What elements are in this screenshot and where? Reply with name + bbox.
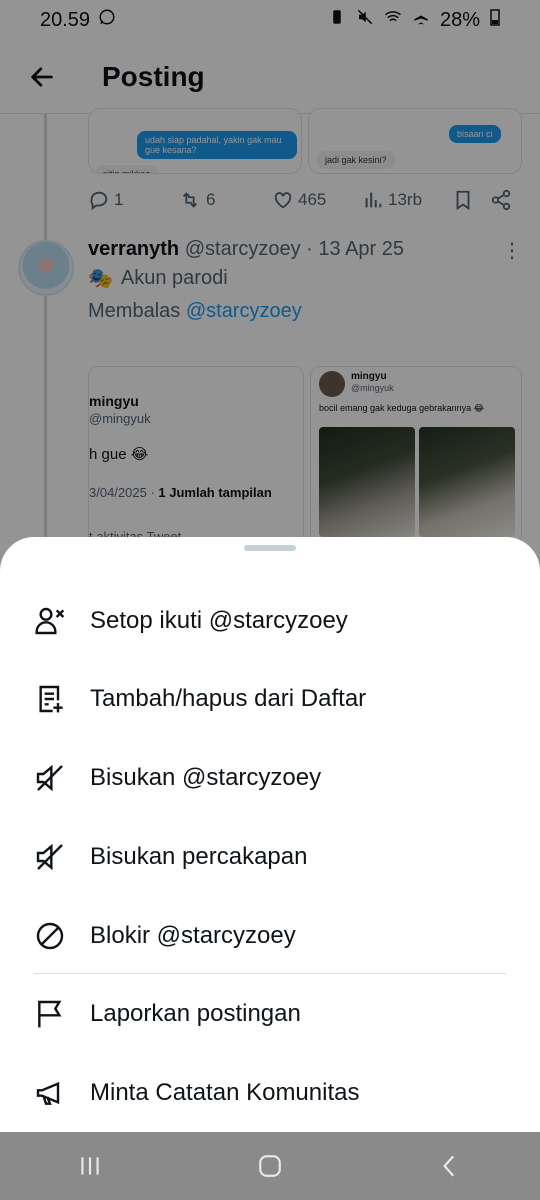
menu-label: Bisukan @starcyzoey <box>90 764 322 791</box>
recent-apps-button[interactable] <box>60 1141 120 1191</box>
menu-label: Setop ikuti @starcyzoey <box>90 607 348 634</box>
menu-label: Tambah/hapus dari Daftar <box>90 685 367 712</box>
system-nav-bar <box>0 1132 540 1200</box>
recents-icon <box>81 1157 99 1175</box>
chevron-left-icon <box>443 1155 455 1177</box>
sheet-grabber[interactable] <box>244 545 296 551</box>
menu-item-mute-user[interactable]: Bisukan @starcyzoey <box>0 739 540 817</box>
menu-label: Bisukan percakapan <box>90 843 308 870</box>
unfollow-icon <box>34 605 66 637</box>
megaphone-icon <box>34 1077 66 1109</box>
home-button[interactable] <box>240 1141 300 1191</box>
mute-icon <box>34 841 66 873</box>
menu-item-community-notes[interactable]: Minta Catatan Komunitas <box>0 1054 540 1132</box>
menu-label: Minta Catatan Komunitas <box>90 1079 360 1106</box>
menu-item-mute-conversation[interactable]: Bisukan percakapan <box>0 818 540 896</box>
menu-item-block[interactable]: Blokir @starcyzoey <box>0 897 540 975</box>
options-bottom-sheet: Setop ikuti @starcyzoey Tambah/hapus dar… <box>0 537 540 1132</box>
block-icon <box>34 920 66 952</box>
menu-item-unfollow[interactable]: Setop ikuti @starcyzoey <box>0 582 540 660</box>
mute-icon <box>34 762 66 794</box>
menu-item-report[interactable]: Laporkan postingan <box>0 975 540 1053</box>
flag-icon <box>34 998 66 1030</box>
back-nav-button[interactable] <box>420 1141 480 1191</box>
menu-label: Blokir @starcyzoey <box>90 922 296 949</box>
list-add-icon <box>34 683 66 715</box>
home-icon <box>259 1155 281 1177</box>
menu-divider <box>34 973 506 974</box>
menu-item-list[interactable]: Tambah/hapus dari Daftar <box>0 660 540 738</box>
menu-label: Laporkan postingan <box>90 1000 301 1027</box>
